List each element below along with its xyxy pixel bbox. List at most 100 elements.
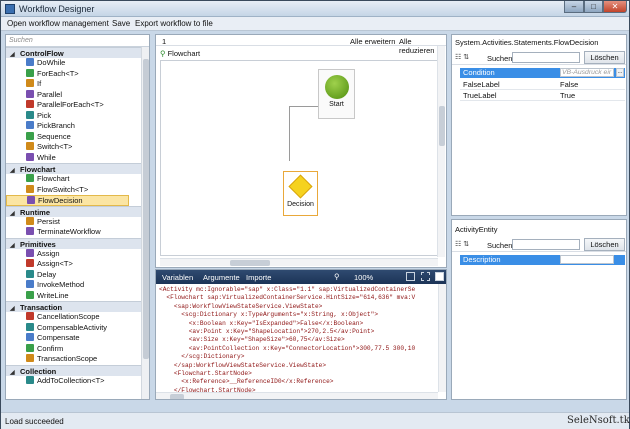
toolbox-item[interactable]: While xyxy=(6,152,149,164)
toolbox-item[interactable]: ForEach<T> xyxy=(6,68,149,80)
tab-variables[interactable]: Variablen xyxy=(162,273,193,282)
expand-all-link[interactable]: Alle erweitern xyxy=(350,37,395,46)
tab-imports[interactable]: Importe xyxy=(246,273,271,282)
toolbox-item[interactable]: Pick xyxy=(6,110,149,122)
activity-icon xyxy=(26,58,34,66)
condition-expression-input[interactable]: VB-Ausdruck eir xyxy=(560,68,614,77)
xaml-horizontal-scrollbar[interactable] xyxy=(156,392,438,399)
toolbox-item[interactable]: Compensate xyxy=(6,333,149,344)
expression-editor-button[interactable]: ... xyxy=(616,68,624,77)
property-row-truelabel[interactable]: TrueLabel True xyxy=(460,91,625,101)
designer-vscroll-thumb[interactable] xyxy=(439,106,445,146)
toolbox-item[interactable]: AddToCollection<T> xyxy=(6,375,149,387)
designer-horizontal-scrollbar[interactable] xyxy=(160,258,438,266)
activity-icon xyxy=(26,216,34,225)
menu-bar: Open workflow management Save Export wor… xyxy=(1,17,629,31)
toolbox-item[interactable]: If xyxy=(6,79,149,90)
toolbox-item[interactable]: CancellationScope xyxy=(6,312,149,323)
start-node-label: Start xyxy=(329,101,344,108)
entity-search-input[interactable] xyxy=(512,239,580,250)
toolbox-category[interactable]: ◢ ControlFlow xyxy=(6,47,149,58)
expand-arrow-icon[interactable]: ◢ xyxy=(10,50,20,61)
breadcrumb[interactable]: 1 xyxy=(162,37,166,46)
overview-map-icon[interactable] xyxy=(406,272,415,281)
properties-search-input[interactable] xyxy=(512,52,580,63)
fit-to-screen-icon[interactable] xyxy=(421,272,430,281)
toolbox-item[interactable]: Assign xyxy=(6,248,149,260)
flowchart-root[interactable]: ⚲ Flowchart xyxy=(160,49,200,58)
toolbox-item[interactable]: Persist xyxy=(6,216,149,228)
activity-icon xyxy=(26,312,34,320)
menu-export-workflow[interactable]: Export workflow to file xyxy=(135,19,213,28)
xaml-vertical-scrollbar[interactable] xyxy=(438,284,446,392)
toolbox-category[interactable]: ◢ Transaction xyxy=(6,301,149,312)
xaml-line: <Activity mc:Ignorable="sap" x:Class="1.… xyxy=(159,286,416,293)
flowchart-canvas[interactable]: Start Decision xyxy=(160,60,438,256)
property-row-falselabel[interactable]: FalseLabel False xyxy=(460,80,625,90)
zoom-search-icon[interactable]: ⚲ xyxy=(334,272,340,281)
minimize-button[interactable]: – xyxy=(564,1,584,13)
toolbox-category-label: Primitives xyxy=(20,239,56,249)
toolbox-item[interactable]: WriteLine xyxy=(6,290,149,302)
toolbox-item[interactable]: Assign<T> xyxy=(6,259,149,270)
designer-hscroll-thumb[interactable] xyxy=(230,260,270,266)
toolbox-category[interactable]: ◢ Flowchart xyxy=(6,163,149,174)
menu-open-workflow-management[interactable]: Open workflow management xyxy=(7,19,109,28)
toolbox-item[interactable]: Sequence xyxy=(6,131,149,143)
entity-row-description[interactable]: Description xyxy=(460,255,625,265)
toolbox-search-input[interactable]: Suchen xyxy=(6,35,149,47)
toolbox-item-label: PickBranch xyxy=(37,121,75,130)
expand-arrow-icon[interactable]: ◢ xyxy=(10,304,20,315)
designer-vertical-scrollbar[interactable] xyxy=(437,46,445,257)
expand-arrow-icon[interactable]: ◢ xyxy=(10,209,20,220)
toolbox-category[interactable]: ◢ Collection xyxy=(6,364,149,379)
toolbox-item-label: FlowDecision xyxy=(38,196,83,205)
toolbox-item-label: Pick xyxy=(37,110,52,120)
toolbox-item[interactable]: FlowDecision xyxy=(6,195,129,206)
entity-sort-icon[interactable]: ☷ ⇅ xyxy=(455,240,469,248)
properties-clear-button[interactable]: Löschen xyxy=(584,51,625,64)
toolbox-item[interactable]: Parallel xyxy=(6,89,149,101)
toolbox-scroll-thumb[interactable] xyxy=(143,59,149,359)
property-value[interactable]: False xyxy=(560,80,618,90)
toolbox-item[interactable]: TerminateWorkflow xyxy=(6,227,149,238)
activity-icon xyxy=(26,280,34,288)
toolbox-item[interactable]: ParallelForEach<T> xyxy=(6,100,149,111)
menu-save[interactable]: Save xyxy=(112,19,130,28)
toolbox-item[interactable]: Confirm xyxy=(6,343,149,355)
sort-category-icon[interactable]: ☷ ⇅ xyxy=(455,53,469,61)
toolbox-item[interactable]: PickBranch xyxy=(6,121,149,132)
toolbox-item[interactable]: Flowchart xyxy=(6,174,149,185)
toolbox-item[interactable]: InvokeMethod xyxy=(6,280,149,291)
entity-clear-button[interactable]: Löschen xyxy=(584,238,625,251)
brand-watermark: SeleNsoft.tk xyxy=(567,415,630,426)
maximize-button[interactable]: □ xyxy=(584,1,603,13)
status-text: Load succeeded xyxy=(5,417,64,426)
toolbox-item[interactable]: DoWhile xyxy=(6,58,149,69)
toolbox-item[interactable]: Delay xyxy=(6,269,149,281)
expand-arrow-icon[interactable]: ◢ xyxy=(10,166,20,177)
toolbox-scrollbar[interactable] xyxy=(141,47,149,399)
zoom-level[interactable]: 100% xyxy=(354,273,373,282)
description-input[interactable] xyxy=(560,255,614,264)
toolbox-category[interactable]: ◢ Primitives xyxy=(6,237,149,252)
panel-toggle-icon[interactable] xyxy=(435,272,444,281)
property-value[interactable]: True xyxy=(560,91,618,101)
toolbox-category[interactable]: ◢ Runtime xyxy=(6,205,149,220)
expand-arrow-icon[interactable]: ◢ xyxy=(10,368,20,379)
expand-arrow-icon[interactable]: ◢ xyxy=(10,241,20,252)
toolbox-item[interactable]: CompensableActivity xyxy=(6,322,149,334)
decision-node[interactable]: Decision xyxy=(283,171,318,216)
toolbox-item[interactable]: Switch<T> xyxy=(6,142,149,153)
toolbox-item-label: CancellationScope xyxy=(37,312,100,321)
property-row-condition[interactable]: Condition VB-Ausdruck eir ... xyxy=(460,68,625,78)
toolbox-item[interactable]: TransactionScope xyxy=(6,354,149,365)
xaml-hscroll-thumb[interactable] xyxy=(170,394,184,399)
tab-arguments[interactable]: Argumente xyxy=(203,273,240,282)
start-node-icon xyxy=(324,75,349,99)
xaml-code-view[interactable]: <Activity mc:Ignorable="sap" x:Class="1.… xyxy=(156,284,438,392)
toolbox-item[interactable]: FlowSwitch<T> xyxy=(6,184,149,196)
start-node[interactable]: Start xyxy=(318,69,355,119)
activity-icon xyxy=(26,131,34,140)
close-button[interactable]: ✕ xyxy=(603,1,627,13)
